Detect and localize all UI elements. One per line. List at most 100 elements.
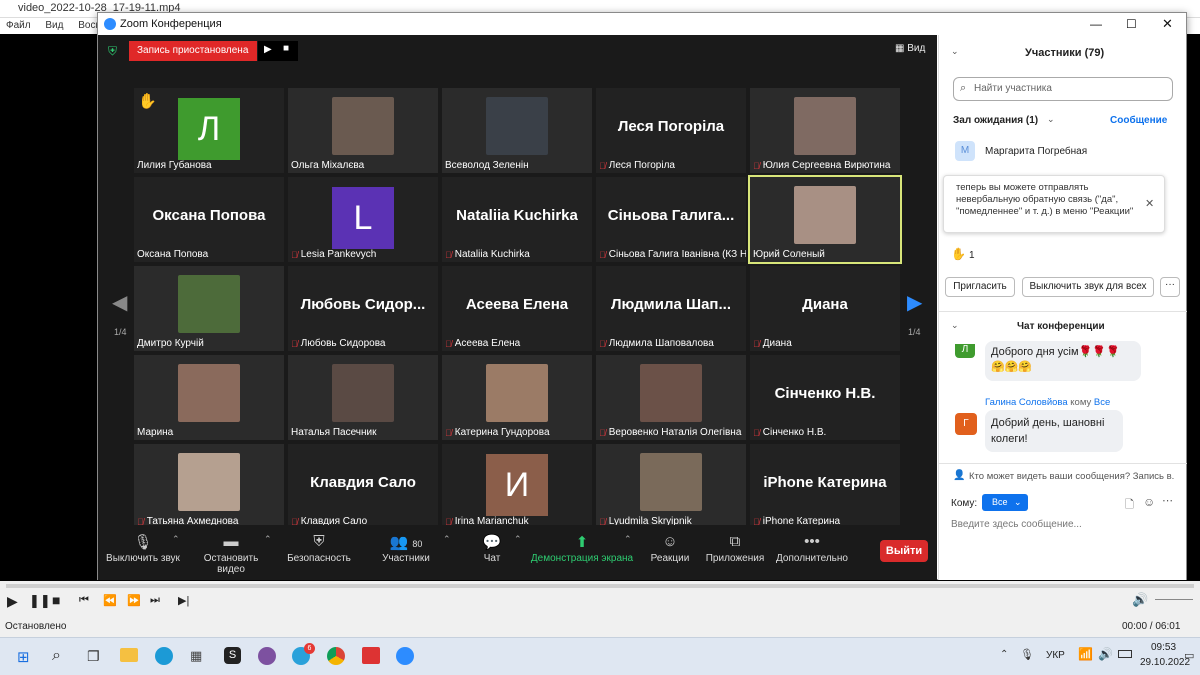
participant-tile[interactable]: Наталья Пасечник [288,355,438,440]
speaker-icon[interactable]: 🔊 [1098,647,1113,661]
security-button[interactable]: ⛨ Безопасность [286,533,352,564]
participant-tile[interactable]: Асеева Елена 🎙̸ Асеева Елена [442,266,592,351]
maximize-icon[interactable]: ☐ [1126,13,1137,35]
file-icon[interactable]: 🗋 [1125,496,1134,515]
participant-tile[interactable]: L 🎙̸ Lesia Pankevych [288,177,438,262]
mute-all-button[interactable]: Выключить звук для всех [1022,277,1154,297]
participant-tile[interactable]: Ольга Міхалєва [288,88,438,173]
prev-page-icon[interactable]: ◀ [112,290,127,315]
participant-tile[interactable]: iPhone Катерина 🎙̸ iPhone Катерина [750,444,900,529]
chat-more-icon[interactable]: ⋯ [1162,494,1173,507]
participant-tile[interactable]: Клавдия Сало 🎙̸ Клавдия Сало [288,444,438,529]
more-button[interactable]: ••• Дополнительно [774,533,850,564]
seek-bar[interactable] [6,584,1194,588]
participant-tile[interactable]: Л ✋ Лилия Губанова [134,88,284,173]
participant-tile[interactable]: Диана 🎙̸ Диана [750,266,900,351]
rewind-icon[interactable]: ⏪ [103,594,117,607]
chrome-icon[interactable] [327,647,345,665]
participant-tile[interactable]: 🎙̸ Lyudmila Skryipnik [596,444,746,529]
participant-tile[interactable]: 🎙̸ Татьяна Ахмеднова [134,444,284,529]
tray-chevron-icon[interactable]: ⌃ [1000,649,1008,660]
video-button[interactable]: ▬ Остановить видео [190,533,272,575]
share-screen-button[interactable]: ⬆ Демонстрация экрана [530,533,634,564]
resume-recording-icon[interactable]: ▶ [264,44,272,55]
message-link[interactable]: Сообщение [1110,115,1167,126]
keyboard-language[interactable]: УКР [1046,650,1065,661]
menu-view[interactable]: Вид [45,20,63,31]
task-view-icon[interactable]: ❐ [87,648,100,665]
notifications-icon[interactable]: ▭ [1184,649,1194,662]
viber-icon[interactable] [258,647,276,665]
clock-date[interactable]: 29.10.2022 [1140,657,1190,668]
search-icon[interactable]: ⌕ [52,647,61,665]
participant-tile[interactable]: Дмитро Курчій [134,266,284,351]
participant-tile[interactable]: Оксана Попова Оксана Попова [134,177,284,262]
participant-tile[interactable]: Всеволод Зеленін [442,88,592,173]
invite-button[interactable]: Пригласить [945,277,1015,297]
share-options-chevron-icon[interactable]: ⌃ [624,534,632,545]
participant-tile[interactable]: Сінченко Н.В. 🎙̸ Сінченко Н.В. [750,355,900,440]
chat-options-chevron-icon[interactable]: ⌃ [514,534,522,545]
fast-forward-icon[interactable]: ⏩ [127,594,141,607]
leave-button[interactable]: Выйти [880,540,928,562]
skip-back-icon[interactable]: ⏮ [79,594,89,607]
participant-tile[interactable]: Людмила Шап... 🎙̸ Людмила Шаповалова [596,266,746,351]
participants-button[interactable]: 👥 80 Участники [380,533,432,564]
stop-recording-icon[interactable]: ■ [283,43,289,54]
emoji-icon[interactable]: ☺ [1143,495,1155,509]
participant-tile[interactable]: 🎙̸ Катерина Гундорова [442,355,592,440]
wifi-icon[interactable]: 📶 [1078,647,1093,661]
participant-search[interactable]: ⌕ Найти участника [953,77,1173,101]
reactions-button[interactable]: ☺ Реакции [646,533,694,564]
windows-start-icon[interactable]: ⊞ [17,648,30,666]
mute-button[interactable]: 🎙 Выключить звук [104,533,182,564]
collapse-participants-chevron-icon[interactable]: ⌄ [951,46,959,57]
participant-tile[interactable]: Леся Погоріла 🎙̸ Леся Погоріла [596,88,746,173]
collapse-chat-chevron-icon[interactable]: ⌄ [951,320,959,331]
chat-recipient-select[interactable]: Все ⌄ [982,494,1028,511]
frame-step-icon[interactable]: ▶| [178,594,189,607]
view-button[interactable]: ▦ Вид [895,43,925,54]
clock-time[interactable]: 09:53 [1151,642,1176,653]
volume-icon[interactable]: 🔊 [1132,592,1148,608]
participant-tile[interactable]: Сіньова Галига... 🎙̸ Сіньова Галига Іванів… [596,177,746,262]
skype-icon[interactable]: S [224,647,241,664]
waiting-room-chevron-icon[interactable]: ⌄ [1047,114,1055,125]
chat-button[interactable]: 💬 Чат [474,533,510,564]
participant-tile[interactable]: Юрий Соленый [748,175,902,264]
play-icon[interactable]: ▶ [7,593,18,610]
skip-forward-icon[interactable]: ⏭ [150,594,160,607]
menu-file[interactable]: Файл [6,20,31,31]
apps-button[interactable]: ⧉ Приложения [704,533,766,564]
battery-icon[interactable] [1118,650,1132,658]
participants-more-button[interactable]: ··· [1160,277,1180,297]
volume-slider[interactable] [1155,599,1193,600]
edge-icon[interactable] [155,647,173,665]
zoom-app-icon[interactable] [396,647,414,665]
pause-icon[interactable]: ❚❚ [29,593,51,609]
chat-input[interactable]: Введите здесь сообщение... [951,519,1082,530]
participant-name-label: 🎙̸ Юлия Сергеевна Вирютина [753,160,890,171]
store-icon[interactable]: ▦ [190,648,202,664]
video-options-chevron-icon[interactable]: ⌃ [264,534,272,545]
chat-sender[interactable]: Галина Соловйова [985,397,1068,408]
media-player-icon[interactable] [362,647,380,664]
mute-options-chevron-icon[interactable]: ⌃ [172,534,180,545]
file-explorer-icon[interactable] [120,648,138,662]
search-input[interactable]: Найти участника [974,83,1052,94]
close-tip-icon[interactable]: ✕ [1145,197,1154,210]
participant-tile[interactable]: Любовь Сидор... 🎙̸ Любовь Сидорова [288,266,438,351]
minimize-icon[interactable]: — [1090,13,1102,35]
participant-tile[interactable]: 🎙̸ Веровенко Наталія Олегівна [596,355,746,440]
participant-tile[interactable]: Марина [134,355,284,440]
participants-options-chevron-icon[interactable]: ⌃ [443,534,451,545]
close-icon[interactable]: ✕ [1162,13,1173,35]
participant-tile[interactable]: 🎙̸ Юлия Сергеевна Вирютина [750,88,900,173]
chat-recipient[interactable]: Все [1094,397,1110,408]
participant-tile[interactable]: И 🎙̸ Irina Marianchuk [442,444,592,529]
participant-tile[interactable]: Nataliia Kuchirka 🎙̸ Nataliia Kuchirka [442,177,592,262]
stop-icon[interactable]: ■ [52,592,60,608]
next-page-icon[interactable]: ▶ [907,290,922,315]
who-can-see-link[interactable]: Кто может видеть ваши сообщения? Запись … [969,471,1175,482]
participant-name-label: 🎙̸ Любовь Сидорова [291,338,386,349]
